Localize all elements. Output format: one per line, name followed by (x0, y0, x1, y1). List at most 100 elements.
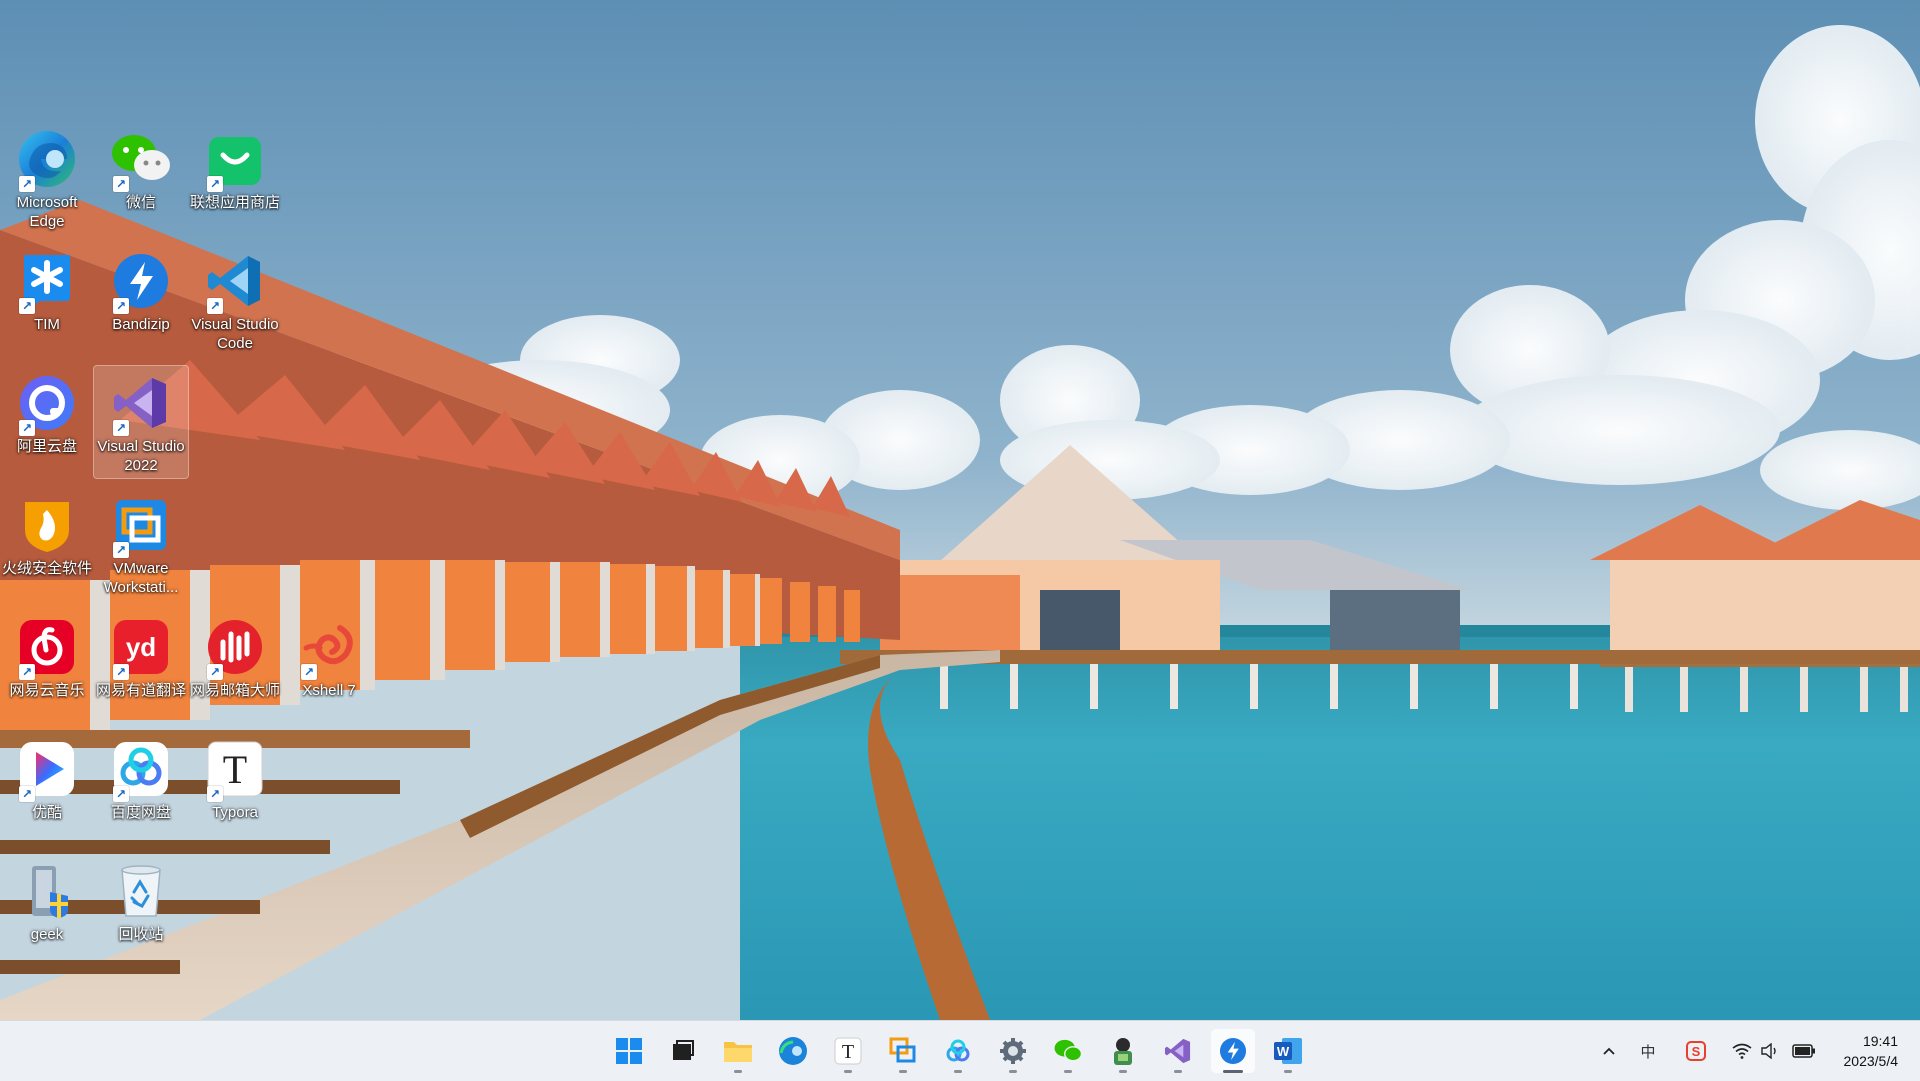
desktop-icon-geek[interactable]: geek (0, 854, 94, 966)
desktop-icon-label: VMware Workstati... (103, 560, 179, 596)
taskbar-file-explorer[interactable] (716, 1029, 760, 1073)
desktop-icon-typora[interactable]: T ↗ Typora (188, 732, 282, 844)
bandizip-icon (1219, 1037, 1247, 1065)
taskbar-bandizip[interactable] (1211, 1029, 1255, 1073)
running-indicator (734, 1070, 742, 1073)
netease-music-icon: ↗ (16, 616, 78, 680)
desktop-icon-baidu-netdisk[interactable]: ↗ 百度网盘 (94, 732, 188, 844)
desktop-icon-recycle-bin[interactable]: 回收站 (94, 854, 188, 966)
desktop-icon-label: 百度网盘 (110, 804, 171, 821)
desktop-icon-label: 火绒安全软件 (1, 560, 92, 577)
desktop-icon-label: 联想应用商店 (189, 194, 280, 211)
running-indicator (899, 1070, 907, 1073)
tray-overflow-button[interactable] (1598, 1035, 1620, 1067)
svg-text:yd: yd (126, 632, 156, 662)
tray-sogou[interactable]: S (1682, 1035, 1710, 1067)
desktop-icon-label: 网易云音乐 (9, 682, 85, 699)
desktop-icon-huorong[interactable]: 火绒安全软件 (0, 488, 94, 600)
netease-mail-icon: ↗ (204, 616, 266, 680)
folder-icon (724, 1042, 752, 1062)
svg-text:S: S (1692, 1044, 1701, 1059)
clock-date: 2023/5/4 (1843, 1053, 1899, 1069)
running-indicator (1119, 1070, 1127, 1073)
taskbar-baidu-netdisk[interactable] (936, 1029, 980, 1073)
windows-start-icon (616, 1038, 642, 1064)
ime-indicator[interactable]: 中 (1636, 1035, 1660, 1067)
desktop-icon-tim[interactable]: ↗ TIM (0, 244, 94, 356)
desktop-icon-xshell[interactable]: ↗ Xshell 7 (282, 610, 376, 722)
taskbar-clock[interactable]: 19:41 2023/5/4 (1844, 1031, 1899, 1071)
tray-volume[interactable] (1758, 1035, 1782, 1067)
desktop-icon-youku[interactable]: ↗ 优酷 (0, 732, 94, 844)
typora-icon: T (834, 1037, 862, 1065)
desktop-icon-label: 回收站 (118, 926, 164, 943)
clock-time: 19:41 (1862, 1033, 1898, 1049)
xshell-icon: ↗ (298, 616, 360, 680)
desktop-icon-label: geek (30, 926, 64, 943)
baidu-netdisk-icon (946, 1039, 970, 1062)
desktop-icon-netease-music[interactable]: ↗ 网易云音乐 (0, 610, 94, 722)
taskbar-vmware[interactable] (881, 1029, 925, 1073)
running-indicator (1284, 1070, 1292, 1073)
taskbar-wechat[interactable] (1046, 1029, 1090, 1073)
desktop-icon-label: 网易有道翻译 (95, 682, 186, 699)
desktop-icon-vmware[interactable]: ↗ VMware Workstati... (94, 488, 188, 600)
shortcut-arrow-icon: ↗ (113, 542, 129, 558)
svg-text:W: W (1277, 1044, 1290, 1059)
desktop-icon-netease-mail[interactable]: ↗ 网易邮箱大师 (188, 610, 282, 722)
visual-studio-icon (1164, 1038, 1191, 1064)
running-indicator (1064, 1070, 1072, 1073)
geek-icon (16, 860, 78, 922)
taskbar-geek[interactable] (1101, 1029, 1145, 1073)
shortcut-arrow-icon: ↗ (301, 664, 317, 680)
shortcut-arrow-icon: ↗ (113, 786, 129, 802)
desktop-icon-bandizip[interactable]: ↗ Bandizip (94, 244, 188, 356)
desktop-icon-youdao[interactable]: yd ↗ 网易有道翻译 (94, 610, 188, 722)
taskbar-edge[interactable] (771, 1029, 815, 1073)
taskbar-word[interactable]: W (1266, 1029, 1310, 1073)
shortcut-arrow-icon: ↗ (113, 176, 129, 192)
desktop-icon-label: 阿里云盘 (16, 438, 77, 455)
geek-icon (1114, 1038, 1132, 1065)
desktop-icon-wechat[interactable]: ↗ 微信 (94, 122, 188, 234)
taskbar-settings[interactable] (991, 1029, 1035, 1073)
shortcut-arrow-icon: ↗ (19, 420, 35, 436)
desktop-icon-label: Visual Studio Code (191, 316, 279, 352)
baidu-netdisk-icon: ↗ (110, 738, 172, 802)
running-indicator (844, 1070, 852, 1073)
edge-icon (779, 1037, 807, 1065)
lenovo-store-icon: ↗ (204, 128, 266, 192)
desktop-icon-lenovo-store[interactable]: ↗ 联想应用商店 (188, 122, 282, 234)
desktop-icon-visual-studio-2022[interactable]: ↗ Visual Studio 2022 (93, 365, 189, 479)
desktop-icon-vscode[interactable]: ↗ Visual Studio Code (188, 244, 282, 356)
ime-icon: 中 (1640, 1043, 1656, 1061)
running-indicator (954, 1070, 962, 1073)
tim-icon: ↗ (16, 250, 78, 314)
tray-battery[interactable] (1790, 1035, 1818, 1067)
shortcut-arrow-icon: ↗ (207, 786, 223, 802)
tray-network[interactable] (1730, 1035, 1754, 1067)
shortcut-arrow-icon: ↗ (207, 298, 223, 314)
taskbar-visual-studio[interactable] (1156, 1029, 1200, 1073)
edge-icon: ↗ (16, 128, 78, 192)
youku-icon: ↗ (16, 738, 78, 802)
taskbar-task-view[interactable] (661, 1029, 705, 1073)
start-button[interactable] (607, 1029, 651, 1073)
shortcut-arrow-icon: ↗ (19, 176, 35, 192)
desktop-icon-label: Microsoft Edge (16, 194, 78, 230)
desktop-icon-label: Xshell 7 (302, 682, 356, 699)
running-indicator (1223, 1070, 1243, 1073)
taskbar: T W 中 S 19:41 2023/5/4 (0, 1020, 1920, 1081)
desktop-icon-aliyun-drive[interactable]: ↗ 阿里云盘 (0, 366, 94, 478)
desktop-icon-microsoft-edge[interactable]: ↗ Microsoft Edge (0, 122, 94, 234)
desktop-wallpaper (0, 0, 1920, 1020)
aliyun-drive-icon: ↗ (16, 372, 78, 436)
wechat-icon: ↗ (110, 128, 172, 192)
huorong-icon (16, 494, 78, 556)
shortcut-arrow-icon: ↗ (19, 664, 35, 680)
shortcut-arrow-icon: ↗ (113, 420, 129, 436)
svg-text:T: T (223, 747, 247, 792)
running-indicator (1009, 1070, 1017, 1073)
taskbar-typora[interactable]: T (826, 1029, 870, 1073)
gear-icon (1000, 1038, 1026, 1064)
